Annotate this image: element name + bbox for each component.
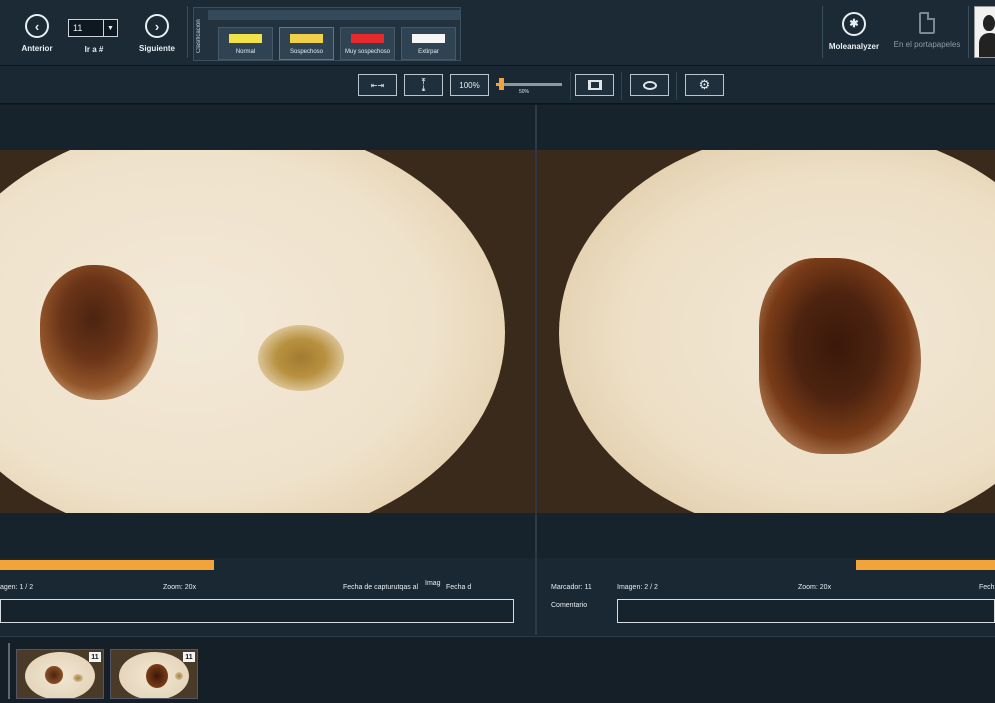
- classification-label: Sospechoso: [289, 49, 324, 55]
- thumbnail-1[interactable]: 11: [16, 649, 104, 699]
- right-comment-label: Comentario: [551, 602, 588, 609]
- thumbnail-image: [25, 652, 95, 698]
- avatar[interactable]: [974, 6, 995, 58]
- lesion-large: [40, 265, 158, 400]
- lesion-small: [258, 325, 344, 391]
- right-image-index: Imagen: 2 / 2: [617, 584, 658, 591]
- classification-swatch: [351, 34, 384, 43]
- fit-width-icon: ⇤⇥: [370, 80, 385, 90]
- classification-swatch: [229, 34, 262, 43]
- left-zoom-label: Zoom: 20x: [163, 584, 197, 591]
- classification-button-muy-sospechoso[interactable]: Muy sospechoso: [340, 27, 395, 60]
- view-toolbar-divider: [621, 72, 622, 100]
- left-imag-fragment: Imag: [425, 580, 441, 587]
- right-progress-bar: [856, 560, 995, 570]
- overlay-button[interactable]: [630, 74, 669, 96]
- avatar-head: [983, 15, 995, 31]
- previous-label: Anterior: [21, 44, 53, 53]
- view-toolbar: ⇤⇥ ⇤⇥ 100% 50% ⚙: [0, 66, 995, 104]
- zoom-slider[interactable]: 50%: [492, 77, 566, 97]
- left-pane-header: [0, 105, 535, 150]
- left-fecha-fragment: Fecha d: [446, 584, 472, 591]
- right-marker-label: Marcador: 11: [551, 584, 592, 591]
- clipboard-icon: [919, 12, 935, 34]
- goto-value: 11: [73, 23, 83, 33]
- chevron-down-icon[interactable]: ▼: [103, 20, 117, 36]
- chevron-right-icon: ›: [145, 14, 169, 38]
- split-view-icon: [587, 80, 602, 90]
- left-image-index: agen: 1 / 2: [0, 584, 34, 591]
- main-toolbar: ‹ Anterior 11 ▼ Ir a # › Siguiente Clasi…: [0, 0, 995, 66]
- eye-icon: [642, 80, 657, 90]
- zoom-100-button[interactable]: 100%: [450, 74, 489, 96]
- clipboard-label: En el portapapeles: [893, 40, 961, 49]
- left-progress-bar: [0, 560, 214, 570]
- toolbar-divider: [822, 6, 823, 58]
- compare-button[interactable]: [575, 74, 614, 96]
- previous-button[interactable]: ‹ Anterior: [18, 14, 56, 53]
- chevron-left-icon: ‹: [25, 14, 49, 38]
- slider-value-label: 50%: [519, 89, 530, 95]
- classification-title: Clasificación: [196, 19, 202, 53]
- right-zoom-label: Zoom: 20x: [798, 584, 832, 591]
- left-date-label: Fecha de capturutqas al: [343, 584, 419, 591]
- goto-control: 11 ▼ Ir a #: [68, 19, 120, 54]
- thumbnail-badge: 11: [89, 652, 101, 662]
- classification-group: Clasificación Normal Sospechoso Muy sospec…: [193, 7, 461, 61]
- zoom-100-label: 100%: [459, 80, 480, 90]
- left-dermoscopy-image[interactable]: [0, 150, 535, 513]
- view-toolbar-divider: [676, 72, 677, 100]
- next-button[interactable]: › Siguiente: [136, 14, 178, 53]
- fit-height-icon: ⇤⇥: [419, 78, 428, 92]
- right-date-fragment: Fech: [979, 584, 995, 591]
- right-comment-input[interactable]: [617, 599, 995, 623]
- left-pane-footer: [0, 513, 535, 558]
- classification-label: Muy sospechoso: [344, 49, 391, 55]
- gear-icon: ⚙: [698, 77, 711, 92]
- left-comment-input[interactable]: [0, 599, 514, 623]
- toolbar-divider: [968, 6, 969, 58]
- classification-label: Extirpar: [418, 49, 439, 55]
- view-toolbar-divider: [570, 72, 571, 100]
- goto-label: Ir a #: [84, 45, 104, 54]
- classification-swatch: [412, 34, 445, 43]
- slider-track: [496, 83, 562, 86]
- avatar-body: [979, 33, 995, 57]
- fit-height-button[interactable]: ⇤⇥: [404, 74, 443, 96]
- classification-button-extirpar[interactable]: Extirpar: [401, 27, 456, 60]
- settings-button[interactable]: ⚙: [685, 74, 724, 96]
- classification-button-sospechoso[interactable]: Sospechoso: [279, 27, 334, 60]
- thumbnail-badge: 11: [183, 652, 195, 662]
- moleanalyzer-label: Moleanalyzer: [828, 42, 880, 51]
- classification-label: Normal: [235, 49, 256, 55]
- slider-handle[interactable]: [499, 78, 504, 90]
- classification-swatch: [290, 34, 323, 43]
- thumbnail-strip: 11 11: [0, 636, 995, 703]
- moleanalyzer-button[interactable]: ✱ Moleanalyzer: [826, 12, 882, 51]
- moleanalyzer-icon: ✱: [842, 12, 866, 36]
- right-pane-footer: [537, 513, 995, 558]
- classification-header-bar: [208, 10, 460, 20]
- toolbar-divider: [187, 6, 188, 58]
- next-label: Siguiente: [138, 44, 175, 53]
- goto-select[interactable]: 11 ▼: [68, 19, 118, 37]
- fit-width-button[interactable]: ⇤⇥: [358, 74, 397, 96]
- right-pane-header: [537, 105, 995, 150]
- classification-button-normal[interactable]: Normal: [218, 27, 273, 60]
- clipboard-button[interactable]: En el portapapeles: [890, 12, 964, 49]
- strip-divider: [8, 643, 10, 699]
- right-dermoscopy-image[interactable]: [537, 150, 995, 513]
- thumbnail-2[interactable]: 11: [110, 649, 198, 699]
- thumbnail-image: [119, 652, 189, 698]
